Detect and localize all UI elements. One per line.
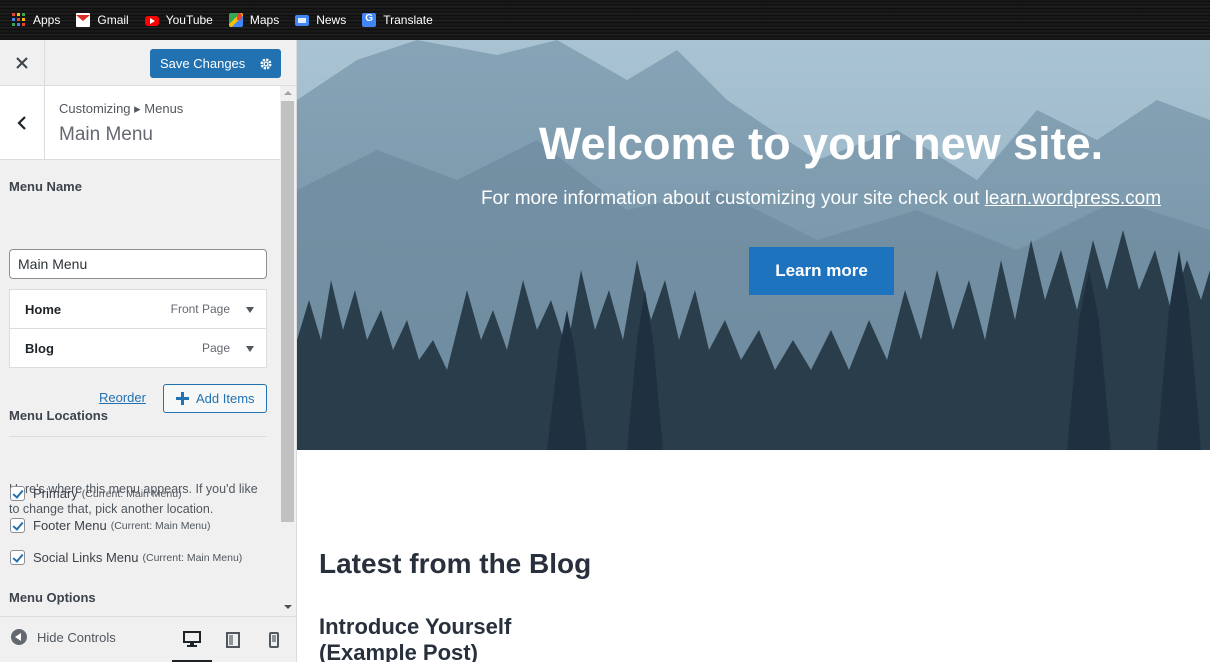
expand-arrow-icon[interactable]	[246, 307, 254, 313]
section-title: Main Menu	[59, 124, 153, 145]
menu-item-type: Page	[201, 341, 230, 355]
sidebar-header: Save Changes	[0, 40, 296, 86]
hero-subtitle-text: For more information about customizing y…	[480, 188, 980, 209]
sidebar-footer: Hide Controls	[0, 616, 296, 662]
plus-icon	[176, 392, 189, 405]
blog-heading: Latest from the Blog	[319, 548, 592, 579]
news-icon	[295, 15, 310, 26]
add-items-label: Add Items	[196, 391, 255, 406]
bookmark-news[interactable]: News	[295, 13, 346, 27]
hide-controls-button[interactable]: Hide Controls	[11, 629, 116, 645]
menu-item-title: Blog	[25, 340, 54, 356]
desktop-icon	[183, 630, 201, 647]
scroll-down-arrow-icon[interactable]	[284, 605, 292, 609]
section-header: Customizing ▸ Menus Main Menu	[0, 86, 280, 160]
expand-arrow-icon[interactable]	[246, 346, 254, 352]
location-note: (Current: Main Menu)	[110, 519, 211, 532]
divider	[9, 436, 267, 437]
sidebar-scroll-area[interactable]: Customizing ▸ Menus Main Menu Menu Name …	[0, 86, 296, 616]
add-items-button[interactable]: Add Items	[163, 384, 267, 413]
bookmark-label: Apps	[33, 12, 61, 27]
close-customizer-button[interactable]	[0, 40, 45, 86]
mountain-forest-image	[297, 40, 1210, 450]
desktop-preview-button[interactable]	[172, 617, 212, 662]
bookmark-apps[interactable]: Apps	[12, 12, 61, 27]
bookmark-label: Gmail	[97, 12, 129, 27]
youtube-icon	[144, 15, 159, 26]
scrollbar-thumb[interactable]	[281, 101, 294, 522]
location-label: Social Links Menu	[33, 550, 139, 565]
sidebar-scrollbar[interactable]	[280, 86, 296, 616]
gmail-icon	[76, 12, 91, 27]
translate-icon	[362, 12, 377, 27]
mobile-preview-button[interactable]	[254, 617, 294, 662]
close-icon	[16, 57, 28, 69]
location-label: Footer Menu	[33, 518, 107, 533]
menu-options-heading: Menu Options	[9, 590, 96, 605]
bookmark-label: Maps	[249, 12, 280, 27]
menu-name-input[interactable]	[9, 249, 267, 279]
customizer-sidebar: Save Changes Customizing ▸ Menus Main Me…	[0, 40, 297, 662]
location-footer-menu[interactable]: Footer Menu (Current: Main Menu)	[10, 518, 210, 533]
save-changes-button[interactable]: Save Changes	[150, 49, 281, 78]
bookmark-label: Translate	[383, 12, 433, 27]
menu-locations-heading: Menu Locations	[9, 408, 108, 423]
site-preview: Welcome to your new site. For more infor…	[297, 40, 1210, 662]
menu-item-home[interactable]: Home Front Page	[9, 289, 267, 329]
bookmark-label: YouTube	[165, 12, 213, 27]
menu-item-blog[interactable]: Blog Page	[9, 328, 267, 368]
bookmarks-bar: Apps Gmail YouTube Maps News Translate	[0, 0, 1210, 40]
checkbox-checked[interactable]	[10, 518, 25, 533]
back-button[interactable]	[0, 86, 45, 159]
maps-icon	[228, 12, 243, 27]
bookmark-maps[interactable]: Maps	[228, 12, 280, 27]
post-title-link[interactable]: Introduce Yourself (Example Post)	[319, 614, 579, 662]
publish-settings-button[interactable]	[251, 49, 281, 78]
menu-items-list: Home Front Page Blog Page	[9, 289, 267, 368]
menu-item-title: Home	[25, 301, 62, 317]
learn-more-button[interactable]: Learn more	[749, 247, 894, 295]
scroll-up-arrow-icon[interactable]	[284, 91, 292, 95]
menu-item-type: Front Page	[170, 302, 230, 316]
hide-controls-label: Hide Controls	[37, 629, 116, 645]
location-social-links-menu[interactable]: Social Links Menu (Current: Main Menu)	[10, 550, 242, 565]
breadcrumb: Customizing ▸ Menus	[59, 101, 184, 116]
location-primary[interactable]: Primary (Current: Main Menu)	[10, 486, 182, 501]
gear-icon	[260, 58, 272, 69]
checkbox-checked[interactable]	[10, 550, 25, 565]
bookmark-gmail[interactable]: Gmail	[76, 12, 129, 27]
bookmark-youtube[interactable]: YouTube	[144, 12, 213, 27]
hero-title: Welcome to your new site.	[538, 118, 1104, 169]
tablet-preview-button[interactable]	[213, 617, 253, 662]
location-label: Primary	[33, 486, 78, 501]
bookmark-translate[interactable]: Translate	[362, 12, 433, 27]
bookmark-label: News	[316, 12, 347, 27]
location-note: (Current: Main Menu)	[142, 551, 243, 564]
save-changes-label: Save Changes	[160, 56, 246, 71]
learn-wordpress-link[interactable]: learn.wordpress.com	[985, 188, 1161, 209]
hero-cover: Welcome to your new site. For more infor…	[297, 40, 1210, 450]
mobile-icon	[269, 632, 279, 648]
tablet-icon	[226, 632, 240, 648]
location-note: (Current: Main Menu)	[81, 487, 182, 500]
apps-grid-icon	[12, 12, 26, 27]
hero-subtitle: For more information about customizing y…	[297, 188, 1210, 210]
reorder-link[interactable]: Reorder	[99, 390, 146, 405]
collapse-arrow-icon	[11, 629, 27, 645]
menu-name-label: Menu Name	[9, 179, 82, 194]
chevron-left-icon	[17, 115, 26, 130]
checkbox-checked[interactable]	[10, 486, 25, 501]
